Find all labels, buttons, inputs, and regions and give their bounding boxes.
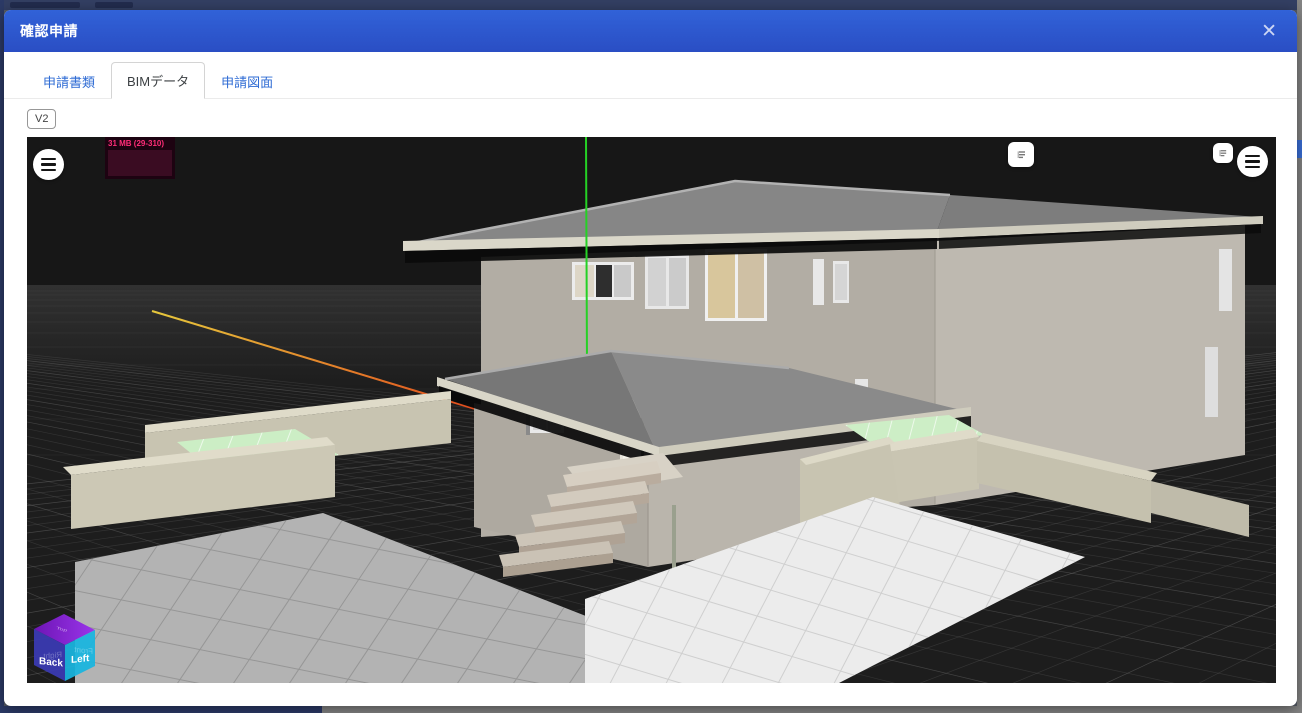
panel-toggle-icon[interactable] bbox=[1008, 142, 1034, 167]
modal-header: 確認申請 ✕ bbox=[4, 10, 1297, 52]
tab-bim-data[interactable]: BIMデータ bbox=[111, 62, 205, 99]
hamburger-menu-icon[interactable] bbox=[33, 149, 64, 180]
cube-left-label: Left bbox=[71, 653, 90, 666]
memory-stats-label: 31 MB (29-310) bbox=[105, 137, 175, 148]
rows-icon bbox=[1016, 149, 1027, 160]
upper-window-large bbox=[705, 249, 767, 321]
hamburger-menu-icon[interactable] bbox=[1237, 146, 1268, 177]
upper-window-slim bbox=[1205, 347, 1218, 417]
background-text-hint bbox=[95, 2, 133, 8]
background-right-edge bbox=[1297, 0, 1302, 713]
upper-window-slim bbox=[1219, 249, 1232, 311]
panel-toggle-icon[interactable] bbox=[1213, 143, 1233, 163]
memory-stats-panel[interactable]: 31 MB (29-310) bbox=[105, 137, 175, 179]
background-text-hint bbox=[10, 2, 80, 8]
tab-bar: 申請書類 BIMデータ 申請図面 bbox=[4, 52, 1297, 99]
upper-window-pane bbox=[835, 264, 847, 300]
rows-icon bbox=[1218, 148, 1228, 158]
view-cube[interactable]: Right Front Top Back Left bbox=[29, 605, 101, 683]
background-page-topbar bbox=[0, 0, 1302, 10]
bim-3d-viewer[interactable]: 31 MB (29-310) bbox=[27, 137, 1276, 683]
upper-window-small bbox=[645, 255, 689, 309]
3d-scene[interactable] bbox=[27, 137, 1276, 683]
confirmation-application-modal: 確認申請 ✕ 申請書類 BIMデータ 申請図面 V2 bbox=[4, 10, 1297, 706]
close-icon[interactable]: ✕ bbox=[1257, 20, 1281, 43]
memory-stats-graph bbox=[108, 150, 172, 176]
upper-window-slim bbox=[813, 259, 824, 305]
tab-application-documents[interactable]: 申請書類 bbox=[27, 63, 111, 99]
upper-window-triple bbox=[572, 262, 634, 300]
modal-title: 確認申請 bbox=[20, 21, 78, 41]
tab-application-drawings[interactable]: 申請図面 bbox=[205, 63, 289, 99]
version-v2-button[interactable]: V2 bbox=[27, 109, 56, 129]
background-bottom-grey bbox=[322, 706, 1302, 713]
background-bottom-navy bbox=[0, 706, 322, 713]
axis-y-line bbox=[586, 137, 587, 365]
